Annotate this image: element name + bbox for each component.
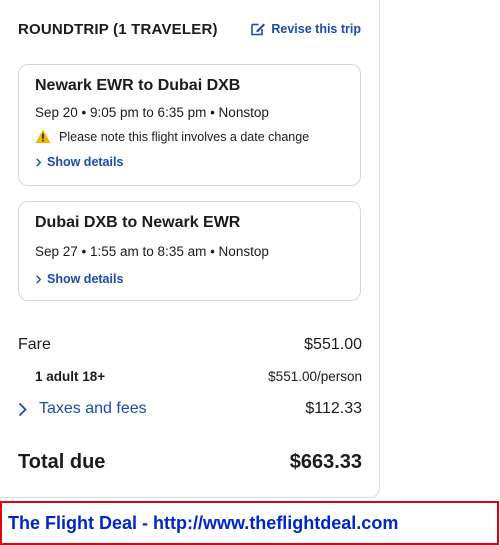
fare-row: Fare $551.00 bbox=[18, 336, 362, 354]
chevron-right-icon bbox=[18, 402, 27, 416]
revise-trip-link[interactable]: Revise this trip bbox=[250, 21, 361, 37]
flight-route: Newark EWR to Dubai DXB bbox=[35, 77, 241, 94]
show-details-label: Show details bbox=[47, 272, 124, 286]
flight-times: Sep 20 • 9:05 pm to 6:35 pm • Nonstop bbox=[35, 105, 269, 120]
date-change-notice: Please note this flight involves a date … bbox=[35, 129, 309, 144]
trip-title: ROUNDTRIP (1 TRAVELER) bbox=[18, 21, 218, 38]
date-change-notice-text: Please note this flight involves a date … bbox=[59, 129, 310, 144]
show-details-label: Show details bbox=[47, 155, 124, 169]
traveler-value: $551.00/person bbox=[268, 369, 362, 384]
flight-route: Dubai DXB to Newark EWR bbox=[35, 214, 241, 231]
warning-icon bbox=[35, 129, 51, 143]
taxes-label: Taxes and fees bbox=[39, 400, 147, 417]
chevron-right-icon bbox=[36, 157, 42, 167]
total-row: Total due $663.33 bbox=[18, 451, 362, 474]
traveler-row: 1 adult 18+ $551.00/person bbox=[18, 369, 362, 384]
taxes-toggle[interactable]: Taxes and fees bbox=[18, 400, 147, 418]
fare-value: $551.00 bbox=[304, 336, 362, 353]
fare-label: Fare bbox=[18, 336, 51, 353]
traveler-label: 1 adult 18+ bbox=[35, 369, 106, 384]
show-details-button[interactable]: Show details bbox=[35, 272, 123, 286]
total-value: $663.33 bbox=[289, 451, 362, 473]
flight-times: Sep 27 • 1:55 am to 8:35 am • Nonstop bbox=[35, 244, 269, 259]
watermark-banner: The Flight Deal - http://www.theflightde… bbox=[0, 501, 499, 545]
revise-trip-label: Revise this trip bbox=[271, 22, 361, 36]
taxes-value: $112.33 bbox=[305, 400, 362, 417]
total-label: Total due bbox=[18, 451, 106, 473]
edit-icon bbox=[251, 23, 266, 36]
flight-card-outbound: Newark EWR to Dubai DXB Sep 20 • 9:05 pm… bbox=[18, 64, 361, 186]
taxes-row: Taxes and fees $112.33 bbox=[18, 400, 362, 418]
watermark-text: The Flight Deal - http://www.theflightde… bbox=[8, 512, 399, 533]
chevron-right-icon bbox=[36, 274, 42, 284]
show-details-button[interactable]: Show details bbox=[35, 155, 123, 169]
flight-card-return: Dubai DXB to Newark EWR Sep 27 • 1:55 am… bbox=[18, 201, 361, 301]
trip-summary-panel: ROUNDTRIP (1 TRAVELER) Revise this trip … bbox=[0, 0, 380, 498]
